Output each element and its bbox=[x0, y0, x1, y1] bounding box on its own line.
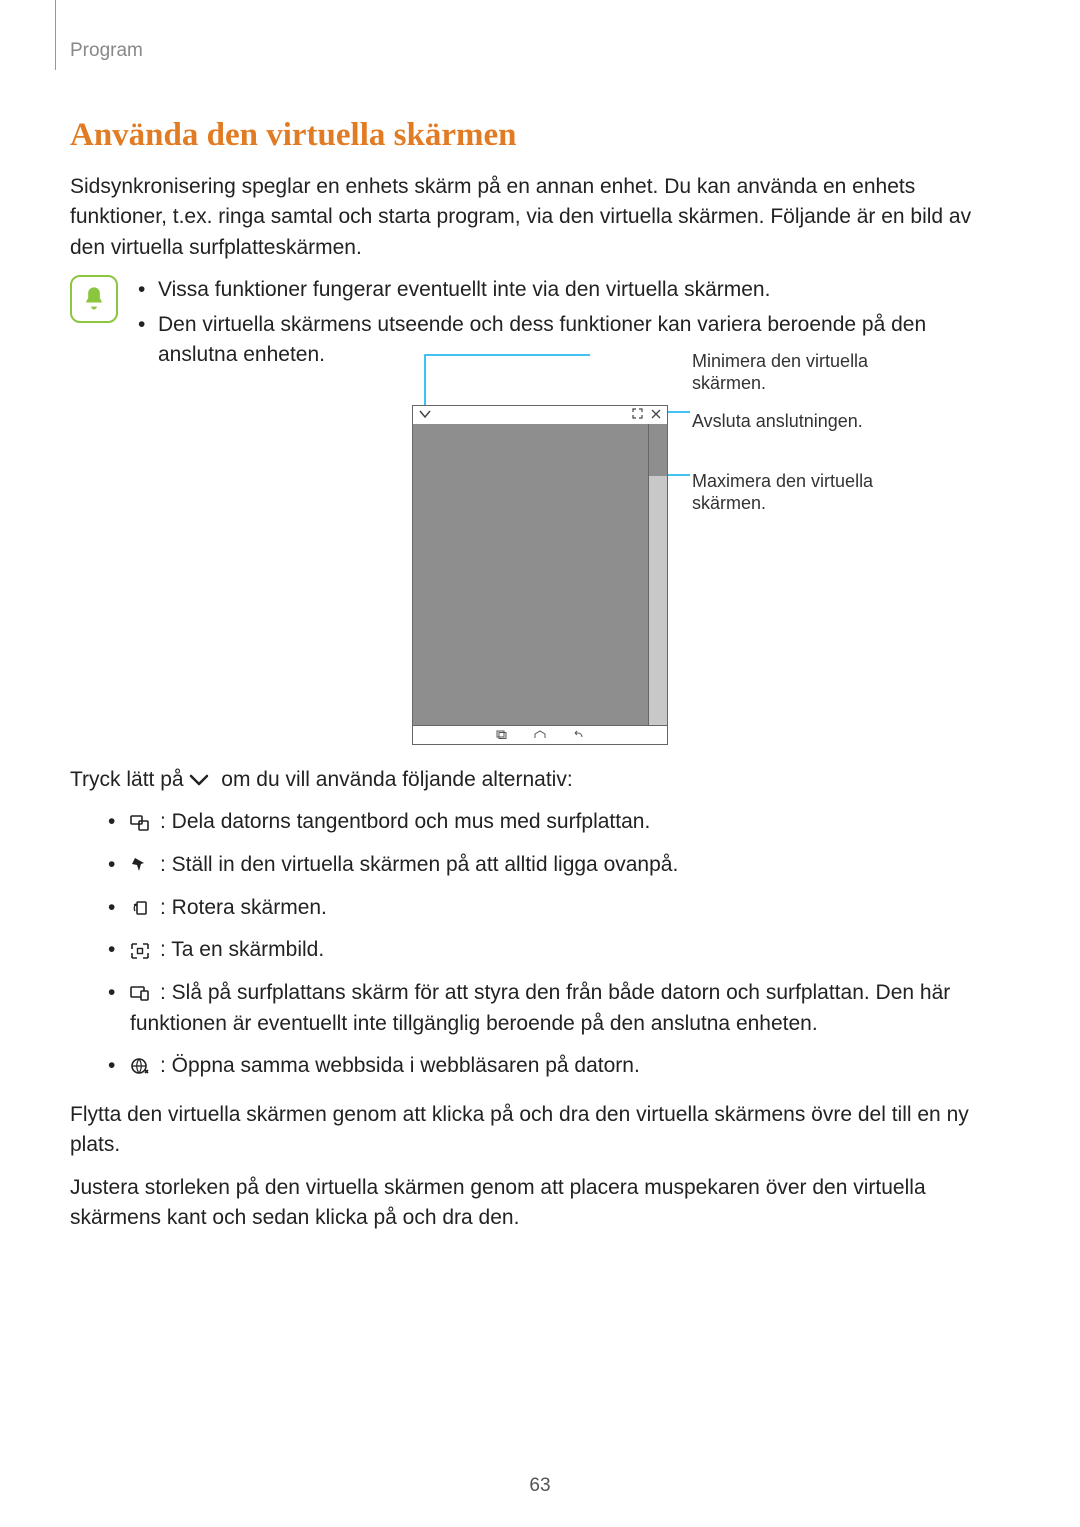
callout-maximize: Maximera den virtuella skärmen. bbox=[692, 470, 922, 515]
option-item: : Dela datorns tangentbord och mus med s… bbox=[108, 807, 1010, 838]
chevron-down-icon bbox=[189, 765, 215, 795]
virtual-screen-content bbox=[413, 424, 649, 726]
chevron-down-icon[interactable] bbox=[419, 407, 431, 422]
section-label: Program bbox=[70, 40, 1010, 62]
screenshot-icon bbox=[130, 936, 156, 966]
tap-instruction: Tryck lätt på om du vill använda följand… bbox=[70, 765, 1010, 796]
tap-prefix: Tryck lätt på bbox=[70, 768, 184, 791]
resize-paragraph: Justera storleken på den virtuella skärm… bbox=[70, 1173, 1010, 1234]
callout-close: Avsluta anslutningen. bbox=[692, 410, 922, 433]
share-input-icon bbox=[130, 808, 156, 838]
header-rule bbox=[55, 0, 56, 70]
close-icon[interactable] bbox=[651, 407, 661, 422]
option-item: : Rotera skärmen. bbox=[108, 893, 1010, 924]
option-text: : Slå på surfplattans skärm för att styr… bbox=[130, 981, 950, 1035]
recent-apps-icon[interactable] bbox=[496, 730, 508, 739]
option-text: : Ta en skärmbild. bbox=[160, 938, 324, 961]
figure-wrap: Minimera den virtuella skärmen. Avsluta … bbox=[70, 405, 1010, 745]
dual-control-icon bbox=[130, 978, 156, 1008]
option-text: : Rotera skärmen. bbox=[160, 896, 327, 919]
page-number: 63 bbox=[0, 1475, 1080, 1497]
option-text: : Ställ in den virtuella skärmen på att … bbox=[160, 853, 678, 876]
note-item: Vissa funktioner fungerar eventuellt int… bbox=[136, 275, 1010, 305]
virtual-navbar bbox=[413, 725, 667, 744]
option-item: : Öppna samma webbsida i webbläsaren på … bbox=[108, 1051, 1010, 1082]
globe-icon bbox=[130, 1051, 156, 1081]
callout-minimize: Minimera den virtuella skärmen. bbox=[692, 350, 922, 395]
option-item: : Slå på surfplattans skärm för att styr… bbox=[108, 978, 1010, 1039]
intro-paragraph: Sidsynkronisering speglar en enhets skär… bbox=[70, 172, 1010, 263]
virtual-titlebar bbox=[413, 406, 667, 425]
page-title: Använda den virtuella skärmen bbox=[70, 117, 1010, 154]
virtual-screen-mock bbox=[412, 405, 668, 745]
scrollbar[interactable] bbox=[648, 424, 667, 726]
rotate-icon bbox=[130, 893, 156, 923]
expand-icon[interactable] bbox=[632, 407, 643, 422]
bell-icon bbox=[70, 275, 118, 323]
pin-icon bbox=[130, 850, 156, 880]
option-text: : Dela datorns tangentbord och mus med s… bbox=[160, 810, 650, 833]
option-text: : Öppna samma webbsida i webbläsaren på … bbox=[160, 1054, 640, 1077]
tap-suffix: om du vill använda följande alternativ: bbox=[221, 768, 572, 791]
option-item: : Ta en skärmbild. bbox=[108, 935, 1010, 966]
option-item: : Ställ in den virtuella skärmen på att … bbox=[108, 850, 1010, 881]
move-paragraph: Flytta den virtuella skärmen genom att k… bbox=[70, 1100, 1010, 1161]
home-icon[interactable] bbox=[534, 730, 546, 739]
option-list: : Dela datorns tangentbord och mus med s… bbox=[70, 807, 1010, 1081]
back-icon[interactable] bbox=[572, 730, 584, 739]
